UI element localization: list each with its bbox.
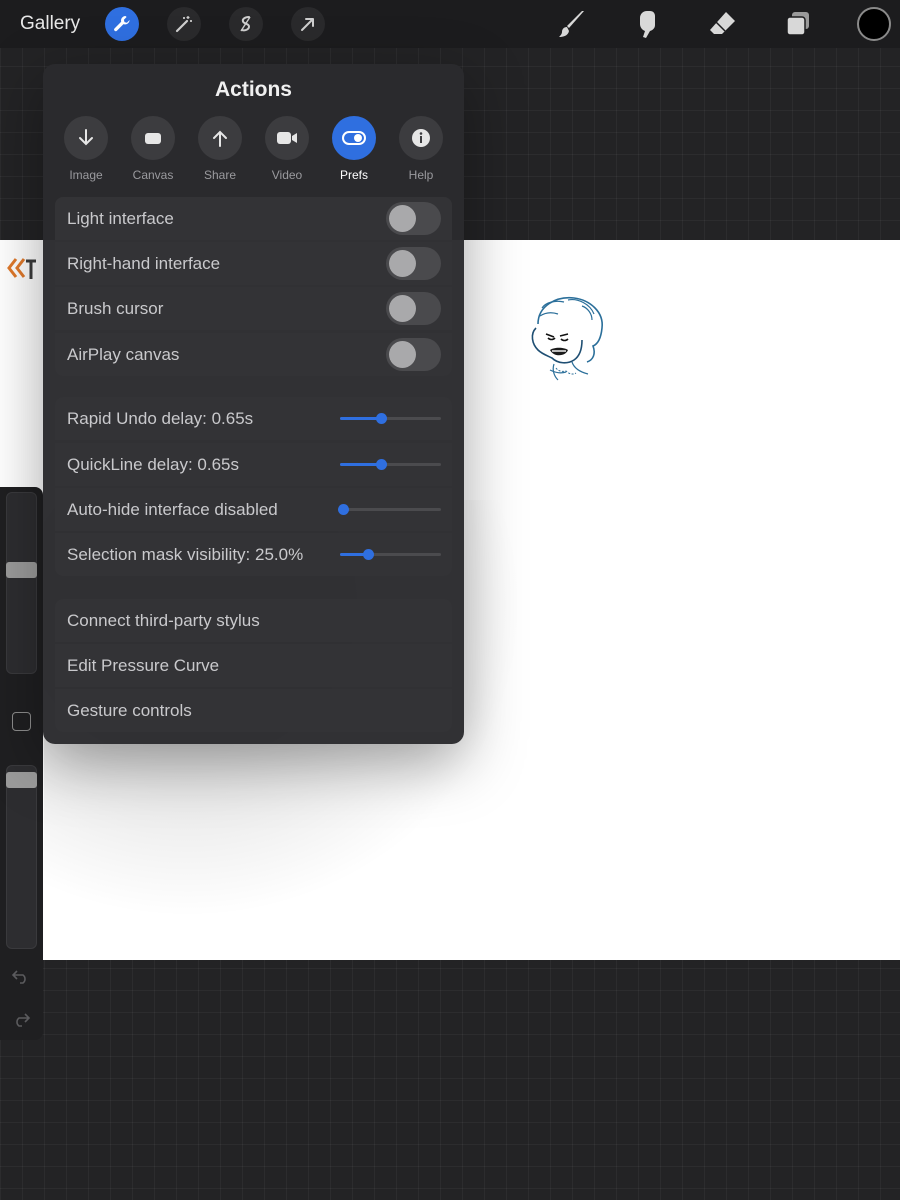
tab-label: Share: [203, 168, 237, 182]
row-label: Brush cursor: [67, 298, 164, 318]
row-label: Light interface: [67, 208, 174, 228]
undo-icon: [11, 970, 26, 984]
panel-title: Actions: [214, 78, 292, 101]
magic-wand-icon: [175, 16, 192, 33]
tab-prefs[interactable]: Prefs: [324, 116, 384, 182]
tab-canvas[interactable]: Canvas: [123, 116, 183, 182]
brush-size-slider[interactable]: [6, 492, 37, 674]
adjustments-button[interactable]: [167, 7, 201, 41]
tab-help[interactable]: Help: [391, 116, 451, 182]
tab-label: Canvas: [132, 168, 174, 182]
character-sketch: [531, 297, 603, 381]
redo-button[interactable]: [10, 1008, 32, 1030]
redo-icon: [16, 1013, 31, 1027]
selection-mask-visibility-row: Selection mask visibility: 25.0%: [55, 533, 452, 576]
row-label: AirPlay canvas: [67, 344, 180, 364]
row-label: Selection mask visibility: 25.0%: [67, 544, 304, 564]
toggle-knob: [389, 341, 416, 368]
slider-fill: [340, 417, 381, 420]
slider-thumb[interactable]: [338, 504, 349, 515]
info-icon: [412, 129, 430, 147]
wrench-icon: [114, 16, 130, 32]
tab-canvas-circle: [131, 116, 175, 160]
download-arrow-icon: [79, 129, 93, 146]
brush-size-handle[interactable]: [6, 562, 37, 578]
layers-button[interactable]: [780, 6, 816, 42]
right-hand-interface-row: Right-hand interface: [55, 242, 452, 285]
artwork-logo-fragment: [7, 258, 36, 279]
tab-image[interactable]: Image: [56, 116, 116, 182]
tab-share[interactable]: Share: [190, 116, 250, 182]
edit-pressure-curve-button[interactable]: Edit Pressure Curve: [55, 644, 452, 687]
row-label: Connect third-party stylus: [67, 610, 260, 630]
tab-help-circle: [399, 116, 443, 160]
slider-thumb[interactable]: [376, 459, 387, 470]
tab-label: Help: [408, 168, 434, 182]
selection-mask-visibility-slider[interactable]: [340, 549, 441, 560]
tab-label: Video: [271, 168, 303, 182]
toggle-knob: [389, 205, 416, 232]
canvas-icon: [145, 133, 161, 144]
slider-fill: [340, 463, 381, 466]
selection-icon: [240, 16, 251, 32]
row-label: Right-hand interface: [67, 253, 221, 273]
tab-label: Prefs: [339, 168, 368, 182]
auto-hide-interface-slider[interactable]: [338, 504, 441, 515]
transform-button[interactable]: [291, 7, 325, 41]
gallery-button[interactable]: Gallery: [20, 13, 80, 35]
brush-cursor-toggle[interactable]: [386, 292, 441, 325]
opacity-slider[interactable]: [6, 765, 37, 949]
top-toolbar: Gallery: [0, 0, 900, 48]
undo-button[interactable]: [10, 965, 32, 987]
row-label: Edit Pressure Curve: [67, 655, 220, 675]
row-label: Rapid Undo delay: 0.65s: [67, 408, 254, 428]
right-hand-interface-toggle[interactable]: [386, 247, 441, 280]
gesture-controls-button[interactable]: Gesture controls: [55, 689, 452, 732]
quickline-delay-row: QuickLine delay: 0.65s: [55, 443, 452, 486]
rapid-undo-delay-row: Rapid Undo delay: 0.65s: [55, 397, 452, 440]
smudge-icon: [640, 11, 655, 38]
share-arrow-icon: [213, 130, 227, 147]
eraser-button[interactable]: [705, 6, 741, 42]
brush-cursor-row: Brush cursor: [55, 287, 452, 330]
row-label: Gesture controls: [67, 700, 192, 720]
brush-button[interactable]: [554, 6, 590, 42]
tab-label: Image: [69, 168, 103, 182]
color-picker-button[interactable]: [857, 7, 891, 41]
tab-video[interactable]: Video: [257, 116, 317, 182]
actions-wrench-button[interactable]: [105, 7, 139, 41]
tab-prefs-circle: [332, 116, 376, 160]
quickline-delay-slider[interactable]: [340, 459, 441, 470]
toggle-knob: [389, 250, 416, 277]
row-label: QuickLine delay: 0.65s: [67, 454, 239, 474]
layers-icon: [786, 12, 809, 36]
light-interface-toggle[interactable]: [386, 202, 441, 235]
airplay-canvas-row: AirPlay canvas: [55, 333, 452, 376]
light-interface-row: Light interface: [55, 197, 452, 240]
slider-thumb[interactable]: [363, 549, 374, 560]
tab-video-circle: [265, 116, 309, 160]
selection-button[interactable]: [229, 7, 263, 41]
opacity-handle[interactable]: [6, 772, 37, 788]
slider-thumb[interactable]: [376, 413, 387, 424]
brush-icon: [559, 11, 584, 37]
tab-share-circle: [198, 116, 242, 160]
rapid-undo-delay-slider[interactable]: [340, 413, 441, 424]
airplay-canvas-toggle[interactable]: [386, 338, 441, 371]
connect-stylus-button[interactable]: Connect third-party stylus: [55, 599, 452, 642]
eraser-icon: [710, 12, 735, 34]
modify-button[interactable]: [12, 712, 31, 731]
smudge-button[interactable]: [630, 6, 666, 42]
auto-hide-interface-row: Auto-hide interface disabled: [55, 488, 452, 531]
video-camera-icon: [277, 132, 297, 144]
row-label: Auto-hide interface disabled: [67, 499, 278, 519]
toggle-knob: [389, 295, 416, 322]
transform-arrow-icon: [301, 18, 314, 31]
toggle-icon: [342, 131, 366, 145]
tab-image-circle: [64, 116, 108, 160]
